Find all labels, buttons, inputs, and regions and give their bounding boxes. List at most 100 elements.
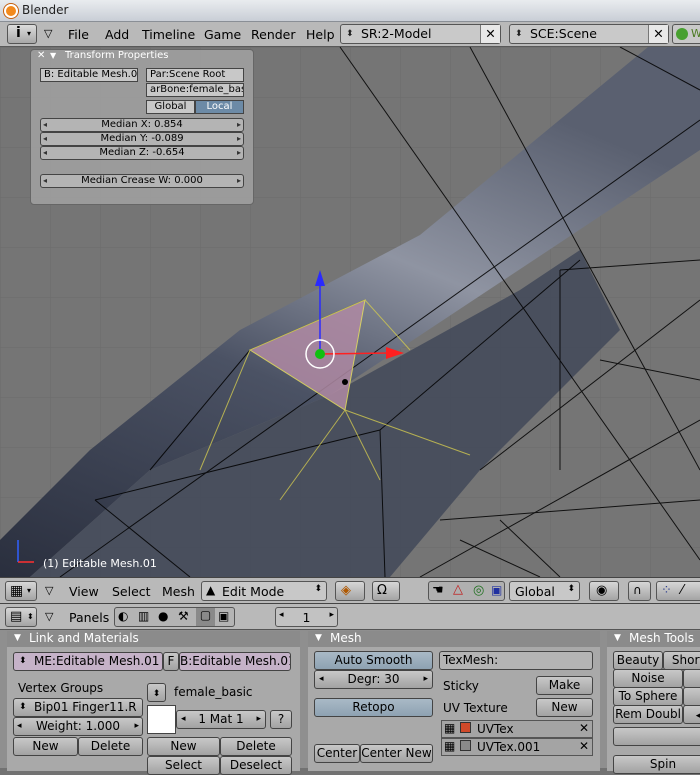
- close-icon[interactable]: ✕: [648, 25, 668, 43]
- header-collapse-icon[interactable]: ▽: [45, 584, 53, 597]
- parent-bone-field[interactable]: arBone:female_basic: [146, 83, 244, 97]
- material-deselect-button[interactable]: Deselect: [220, 756, 292, 775]
- menu-view[interactable]: View: [69, 584, 99, 599]
- header-collapse-icon[interactable]: ▽: [45, 610, 53, 623]
- center-button[interactable]: Center: [314, 744, 360, 763]
- close-icon[interactable]: ✕: [37, 50, 45, 62]
- menu-file[interactable]: File: [68, 27, 89, 42]
- menu-timeline[interactable]: Timeline: [142, 27, 195, 42]
- empty-tool-button[interactable]: [613, 727, 700, 746]
- weight-field[interactable]: ◂ Weight: 1.000 ▸: [13, 717, 143, 736]
- orientation-selector[interactable]: Global ⬍: [509, 581, 580, 601]
- auto-smooth-toggle[interactable]: Auto Smooth: [314, 651, 433, 670]
- proportional-edit-button[interactable]: ∩: [628, 581, 651, 601]
- uv-texture-name[interactable]: UVTex: [477, 722, 514, 736]
- to-sphere-button[interactable]: To Sphere: [613, 687, 683, 706]
- panel-header[interactable]: ✕ ▼ Transform Properties: [31, 50, 253, 63]
- retopo-toggle[interactable]: Retopo: [314, 698, 433, 717]
- to-sphere-extra-button[interactable]: [683, 687, 700, 706]
- panel-header[interactable]: Link and Materials: [7, 631, 300, 647]
- vertex-group-new-button[interactable]: New: [13, 737, 78, 756]
- script-icon[interactable]: ▥: [138, 609, 149, 623]
- material-delete-button[interactable]: Delete: [220, 737, 292, 756]
- noise-extra-button[interactable]: [683, 669, 700, 688]
- editing-icon[interactable]: ▢: [196, 608, 215, 626]
- scale-icon[interactable]: ▣: [491, 583, 502, 597]
- rem-doubles-button[interactable]: Rem Doubl: [613, 705, 683, 724]
- manipulator-x-axis[interactable]: [319, 352, 393, 355]
- manipulator-center-icon[interactable]: [315, 349, 325, 359]
- scene-selector[interactable]: ⬍ SCE:Scene ✕: [509, 24, 669, 44]
- left-arrow-icon[interactable]: ◂: [181, 711, 186, 728]
- close-icon[interactable]: ✕: [579, 739, 589, 753]
- vertex-group-selector[interactable]: ⬍ Bip01 Finger11.R: [13, 698, 143, 717]
- uv-texture-new-button[interactable]: New: [536, 698, 593, 717]
- translate-icon[interactable]: △: [453, 582, 463, 597]
- menu-select[interactable]: Select: [112, 584, 151, 599]
- panel-header[interactable]: Mesh Tools: [607, 631, 700, 647]
- menu-mesh[interactable]: Mesh: [162, 584, 195, 599]
- median-x-field[interactable]: Median X: 0.854: [40, 118, 244, 132]
- object-icon[interactable]: ⚒: [178, 609, 189, 623]
- close-icon[interactable]: ✕: [579, 721, 589, 735]
- edge-select-icon[interactable]: ⁄: [681, 583, 683, 598]
- header-collapse-icon[interactable]: ▽: [44, 27, 52, 40]
- left-arrow-icon[interactable]: ◂: [17, 718, 22, 735]
- object-name-field[interactable]: B: Editable Mesh.01: [40, 68, 138, 82]
- editor-type-button[interactable]: i ▾: [7, 24, 37, 44]
- right-arrow-icon[interactable]: ▸: [423, 671, 428, 688]
- snap-button[interactable]: ◉: [589, 581, 619, 601]
- sticky-make-button[interactable]: Make: [536, 676, 593, 695]
- panel-header[interactable]: Mesh: [308, 631, 600, 647]
- global-toggle[interactable]: Global: [146, 100, 195, 114]
- noise-button[interactable]: Noise: [613, 669, 683, 688]
- shading-icon[interactable]: ●: [158, 609, 168, 623]
- material-help-button[interactable]: ?: [270, 710, 292, 729]
- median-y-field[interactable]: Median Y: -0.089: [40, 132, 244, 146]
- material-new-button[interactable]: New: [147, 737, 220, 756]
- menu-add[interactable]: Add: [105, 27, 129, 42]
- beauty-toggle[interactable]: Beauty: [613, 651, 663, 670]
- draw-type-button[interactable]: ◈: [335, 581, 365, 601]
- collapse-triangle-icon[interactable]: ▼: [50, 50, 56, 62]
- screen-selector[interactable]: ⬍ SR:2-Model ✕: [340, 24, 501, 44]
- fake-user-button[interactable]: F: [163, 652, 179, 671]
- left-arrow-icon[interactable]: ◂: [696, 711, 700, 721]
- mesh-datablock-field[interactable]: ⬍ ME:Editable Mesh.01: [13, 652, 163, 671]
- menu-game[interactable]: Game: [204, 27, 241, 42]
- degree-field[interactable]: ◂ Degr: 30 ▸: [314, 670, 433, 689]
- logic-icon[interactable]: ◐: [118, 609, 128, 623]
- editor-type-button[interactable]: ▤ ⬍: [5, 607, 37, 627]
- median-z-field[interactable]: Median Z: -0.654: [40, 146, 244, 160]
- pivot-button[interactable]: Ω: [372, 581, 400, 601]
- world-button[interactable]: W: [672, 24, 700, 44]
- center-new-button[interactable]: Center New: [360, 744, 433, 763]
- median-crease-field[interactable]: Median Crease W: 0.000: [40, 174, 244, 188]
- menu-help[interactable]: Help: [306, 27, 335, 42]
- material-select-button[interactable]: Select: [147, 756, 220, 775]
- left-arrow-icon[interactable]: ◂: [319, 671, 324, 688]
- material-index-field[interactable]: ◂ 1 Mat 1 ▸: [176, 710, 266, 729]
- uv-render-icon[interactable]: [460, 722, 471, 733]
- editor-type-button[interactable]: ▦ ▾: [5, 581, 37, 601]
- uv-render-icon[interactable]: [460, 740, 471, 751]
- uv-texture-row[interactable]: ▦ UVTex.001 ✕: [441, 738, 593, 756]
- spin-button[interactable]: Spin: [613, 755, 700, 774]
- rotate-icon[interactable]: ◎: [473, 583, 484, 598]
- mode-selector[interactable]: ▲ Edit Mode ⬍: [201, 581, 327, 601]
- uv-texture-name[interactable]: UVTex.001: [477, 740, 540, 754]
- local-toggle[interactable]: Local: [195, 100, 244, 114]
- material-color-swatch[interactable]: [147, 705, 176, 734]
- hand-icon[interactable]: ☚: [432, 583, 444, 598]
- panels-label[interactable]: Panels: [69, 610, 109, 625]
- texmesh-field[interactable]: TexMesh:: [439, 651, 593, 670]
- frame-field[interactable]: ◂ 1 ▸: [275, 607, 338, 627]
- right-arrow-icon[interactable]: ▸: [329, 610, 334, 620]
- right-arrow-icon[interactable]: ▸: [134, 718, 139, 735]
- rem-doubles-limit-field[interactable]: ◂: [683, 705, 700, 724]
- close-icon[interactable]: ✕: [480, 25, 500, 43]
- right-arrow-icon[interactable]: ▸: [256, 711, 261, 728]
- short-toggle[interactable]: Short: [663, 651, 700, 670]
- uv-texture-row[interactable]: ▦ UVTex ✕: [441, 720, 593, 738]
- menu-render[interactable]: Render: [251, 27, 296, 42]
